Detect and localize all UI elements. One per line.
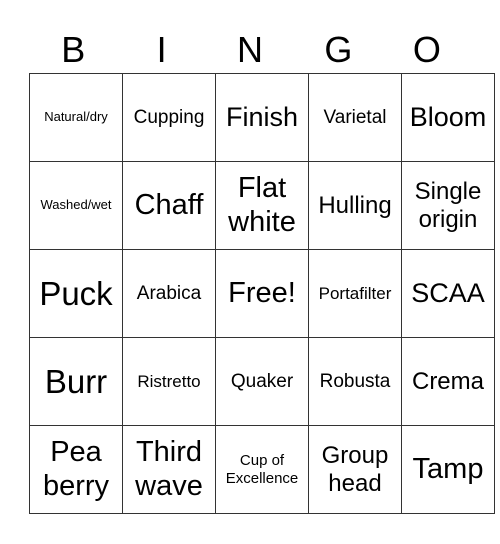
bingo-row: Puck Arabica Free! Portafilter SCAA	[29, 249, 495, 338]
bingo-cell[interactable]: Pea berry	[29, 425, 123, 514]
bingo-row: Pea berry Third wave Cup of Excellence G…	[29, 425, 495, 514]
header-letter-g: G	[324, 29, 353, 70]
bingo-cell[interactable]: Flat white	[215, 161, 309, 250]
bingo-cell[interactable]: Tamp	[401, 425, 495, 514]
bingo-cell[interactable]: Cup of Excellence	[215, 425, 309, 514]
bingo-cell[interactable]: Chaff	[122, 161, 216, 250]
bingo-cell[interactable]: Hulling	[308, 161, 402, 250]
bingo-cell[interactable]: Burr	[29, 337, 123, 426]
bingo-cell[interactable]: Robusta	[308, 337, 402, 426]
bingo-cell[interactable]: Arabica	[122, 249, 216, 338]
bingo-cell[interactable]: Ristretto	[122, 337, 216, 426]
bingo-cell[interactable]: Group head	[308, 425, 402, 514]
bingo-row: Natural/dry Cupping Finish Varietal Bloo…	[29, 73, 495, 162]
bingo-row: Burr Ristretto Quaker Robusta Crema	[29, 337, 495, 426]
bingo-cell[interactable]: Single origin	[401, 161, 495, 250]
bingo-cell[interactable]: Puck	[29, 249, 123, 338]
header-letter-i: I	[156, 29, 167, 70]
bingo-cell[interactable]: Portafilter	[308, 249, 402, 338]
bingo-cell[interactable]: Cupping	[122, 73, 216, 162]
bingo-cell[interactable]: SCAA	[401, 249, 495, 338]
header-letter-o: O	[412, 29, 441, 70]
header-letter-n: N	[237, 29, 264, 70]
bingo-cell[interactable]: Bloom	[401, 73, 495, 162]
bingo-card: Natural/dry Cupping Finish Varietal Bloo…	[29, 73, 495, 514]
bingo-row: Washed/wet Chaff Flat white Hulling Sing…	[29, 161, 495, 250]
bingo-cell[interactable]: Finish	[215, 73, 309, 162]
bingo-header: B I N G O	[29, 28, 471, 72]
bingo-cell[interactable]: Quaker	[215, 337, 309, 426]
header-letter-b: B	[61, 29, 86, 70]
bingo-cell[interactable]: Varietal	[308, 73, 402, 162]
bingo-cell[interactable]: Crema	[401, 337, 495, 426]
free-space-cell[interactable]: Free!	[215, 249, 309, 338]
bingo-cell[interactable]: Washed/wet	[29, 161, 123, 250]
bingo-cell[interactable]: Natural/dry	[29, 73, 123, 162]
bingo-cell[interactable]: Third wave	[122, 425, 216, 514]
